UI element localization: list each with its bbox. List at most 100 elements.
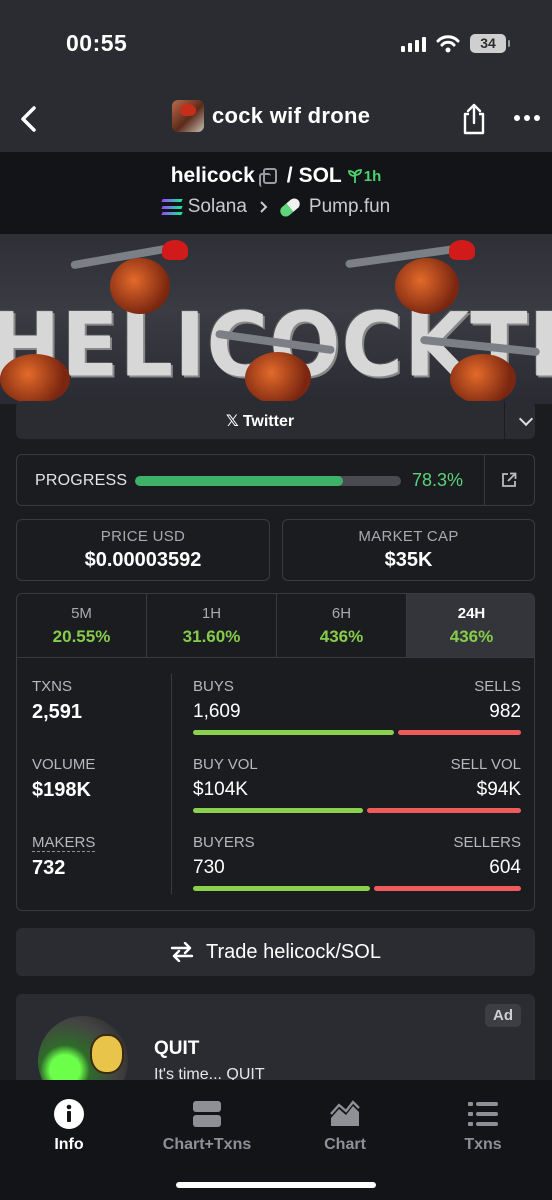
buyers-sellers: BUYERS SELLERS 730 604 xyxy=(193,834,521,891)
tab-6h[interactable]: 6H 436% xyxy=(277,594,407,657)
pair-line: helicock / SOL 1h xyxy=(0,164,552,188)
buy-bar xyxy=(193,808,364,813)
pair-age: 1h xyxy=(347,167,382,185)
split-view-icon xyxy=(193,1101,221,1127)
pump-fun-icon xyxy=(277,195,302,219)
pair-age-value: 1h xyxy=(363,167,382,185)
progress-track xyxy=(135,476,401,486)
tab-chart[interactable]: Chart xyxy=(276,1098,414,1154)
socials-row: 𝕏 Twitter xyxy=(16,401,535,439)
timeframe-label: 5M xyxy=(71,605,92,622)
sell-bar xyxy=(398,730,521,735)
sells-label: SELLS xyxy=(474,678,521,695)
price-usd-value: $0.00003592 xyxy=(84,549,202,571)
price-usd-box: PRICE USD $0.00003592 xyxy=(16,519,270,581)
wifi-icon xyxy=(436,34,460,52)
battery-icon: 34 xyxy=(470,34,510,53)
divider xyxy=(504,401,505,439)
swap-icon xyxy=(170,942,194,962)
buy-bar xyxy=(193,730,395,735)
timeframe-change: 436% xyxy=(449,627,494,646)
market-cap-label: MARKET CAP xyxy=(358,528,459,545)
buy-bar xyxy=(193,886,371,891)
solana-icon xyxy=(161,199,183,215)
volume-bar xyxy=(193,808,521,813)
volume-label: VOLUME xyxy=(32,756,96,773)
makers-value: 732 xyxy=(32,857,66,879)
ad-subtitle: It's time... QUIT xyxy=(154,1066,265,1080)
x-logo-icon: 𝕏 xyxy=(225,413,239,430)
info-icon xyxy=(54,1099,84,1129)
chevron-down-icon[interactable] xyxy=(518,411,534,427)
makers-label[interactable]: MAKERS xyxy=(32,834,96,852)
tab-label: Chart xyxy=(324,1136,366,1153)
external-link-icon[interactable] xyxy=(501,472,517,488)
txns-stat: TXNS 2,591 xyxy=(32,678,82,724)
token-header: cock wif drone xyxy=(172,100,370,132)
copy-icon[interactable] xyxy=(258,168,277,187)
trade-label: Trade helicock/SOL xyxy=(206,940,381,963)
home-indicator xyxy=(176,1182,376,1188)
sell-vol-value: $94K xyxy=(476,779,521,800)
progress-value: 78.3% xyxy=(412,470,464,490)
txns-value: 2,591 xyxy=(32,701,83,723)
buys-sells: BUYS SELLS 1,609 982 xyxy=(193,678,521,735)
tab-label: Chart+Txns xyxy=(162,1136,252,1153)
rooster-drone-image xyxy=(0,344,90,404)
chain-name[interactable]: Solana xyxy=(188,196,247,218)
buyers-bar xyxy=(193,886,521,891)
nav-bar: cock wif drone xyxy=(0,90,552,152)
tab-txns[interactable]: Txns xyxy=(414,1098,552,1154)
timeframe-change: 436% xyxy=(319,627,364,646)
status-time: 00:55 xyxy=(66,30,128,56)
txns-label: TXNS xyxy=(32,678,73,695)
status-icons: 34 xyxy=(401,34,510,53)
buy-sell-volume: BUY VOL SELL VOL $104K $94K xyxy=(193,756,521,813)
share-icon[interactable] xyxy=(460,102,488,136)
ad-title: QUIT xyxy=(154,1038,200,1059)
tab-5m[interactable]: 5M 20.55% xyxy=(17,594,147,657)
token-banner: HELICOCKTER xyxy=(0,234,552,404)
tab-info[interactable]: Info xyxy=(0,1098,138,1154)
cellular-signal-icon xyxy=(401,36,426,52)
status-bar: 00:55 34 xyxy=(0,0,552,90)
twitter-button[interactable]: 𝕏 Twitter xyxy=(16,411,504,431)
trade-button[interactable]: Trade helicock/SOL xyxy=(16,928,535,976)
tab-label: Info xyxy=(54,1136,84,1153)
sell-bar xyxy=(374,886,521,891)
dex-name[interactable]: Pump.fun xyxy=(309,196,390,218)
buyers-value: 730 xyxy=(193,857,225,878)
sell-bar xyxy=(367,808,521,813)
buys-value: 1,609 xyxy=(193,701,241,722)
seedling-icon xyxy=(347,169,362,183)
bonding-progress: PROGRESS 78.3% xyxy=(16,454,535,506)
chain-line: Solana Pump.fun xyxy=(0,195,552,219)
token-name: cock wif drone xyxy=(212,103,371,128)
market-cap-value: $35K xyxy=(384,549,433,571)
rooster-drone-image xyxy=(419,334,552,404)
timeframe-label: 6H xyxy=(331,605,352,622)
divider xyxy=(484,455,485,505)
tab-1h[interactable]: 1H 31.60% xyxy=(147,594,277,657)
sellers-label: SELLERS xyxy=(453,834,521,851)
pair-separator: / xyxy=(286,164,293,187)
volume-stat: VOLUME $198K xyxy=(32,756,95,802)
timeframe-change: 31.60% xyxy=(182,627,241,646)
rooster-drone-image xyxy=(215,326,345,404)
timeframe-label: 1H xyxy=(201,605,222,622)
sellers-value: 604 xyxy=(489,857,521,878)
list-icon xyxy=(468,1102,498,1126)
tab-24h[interactable]: 24H 436% xyxy=(407,594,534,657)
ad-card[interactable]: Ad QUIT It's time... QUIT xyxy=(16,994,535,1080)
timeframe-change: 20.55% xyxy=(52,627,111,646)
sells-value: 982 xyxy=(489,701,521,722)
buyers-label: BUYERS xyxy=(193,834,255,851)
rooster-drone-image xyxy=(345,238,475,328)
more-options-icon[interactable] xyxy=(514,115,540,121)
pair-base: helicock xyxy=(170,164,255,187)
ad-face xyxy=(90,1034,124,1074)
back-icon[interactable] xyxy=(16,104,42,134)
buy-vol-label: BUY VOL xyxy=(193,756,258,773)
tab-chart-txns[interactable]: Chart+Txns xyxy=(138,1098,276,1154)
buys-label: BUYS xyxy=(193,678,234,695)
